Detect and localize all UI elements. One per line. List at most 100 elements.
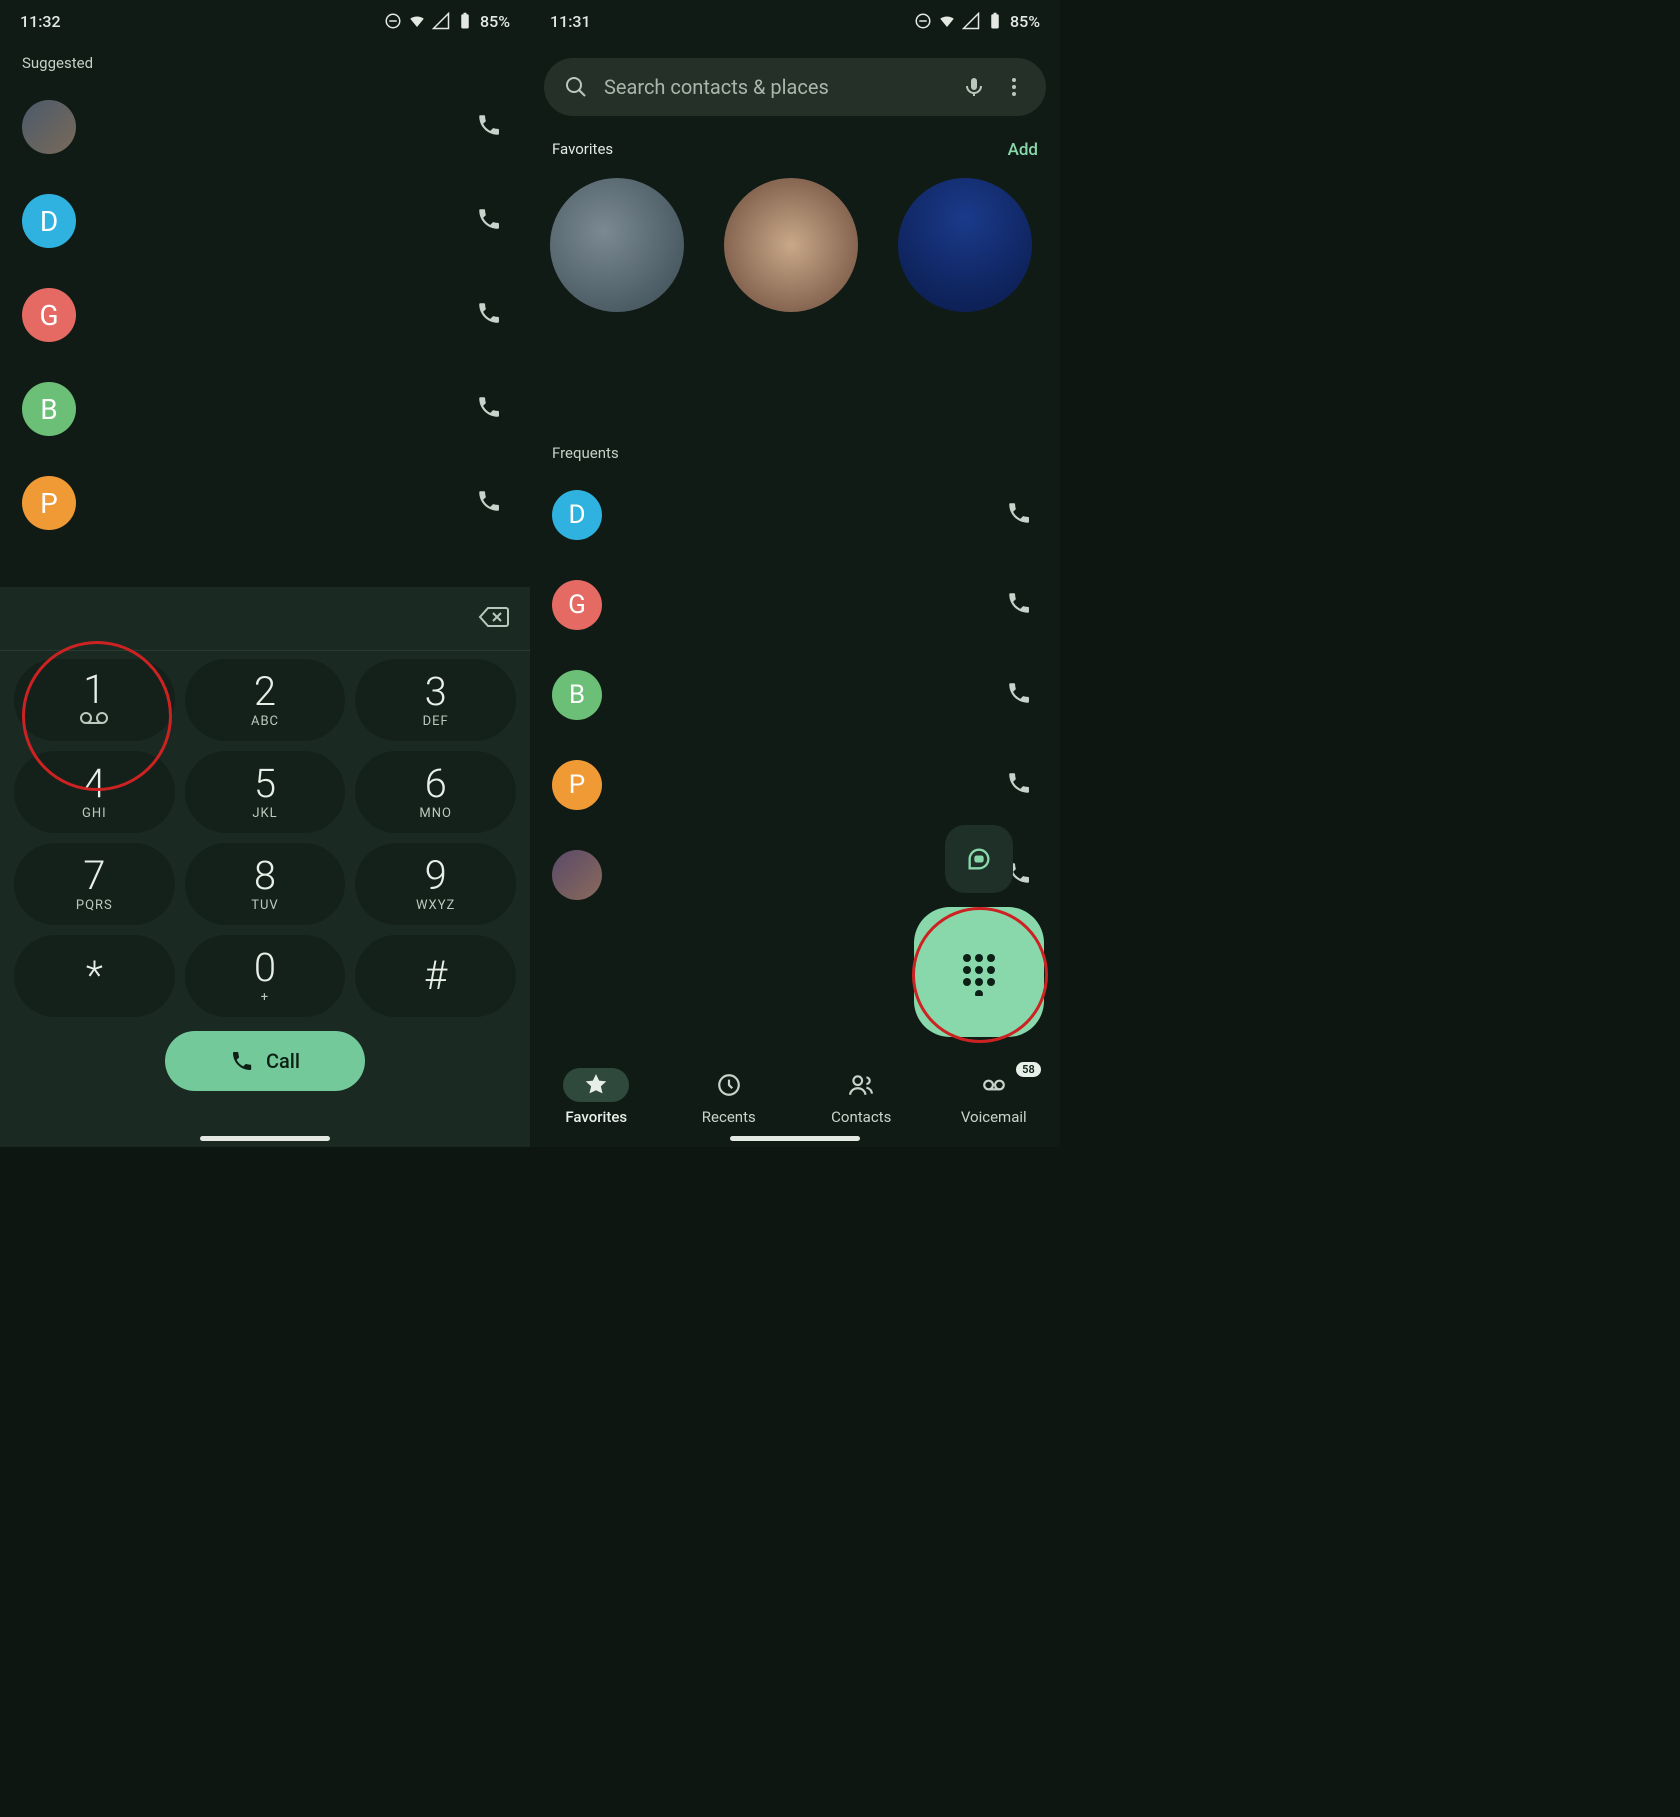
key-digit: 4 [83,764,105,804]
search-bar[interactable]: Search contacts & places [544,58,1046,116]
call-icon[interactable] [1006,590,1032,620]
key-0[interactable]: 0+ [185,935,346,1017]
search-placeholder: Search contacts & places [604,75,946,99]
battery-icon [456,12,474,30]
dnd-icon [914,12,932,30]
key-digit: 9 [425,856,447,896]
status-bar: 11:31 85% [530,0,1060,42]
key-digit: 6 [425,764,447,804]
video-call-fab[interactable] [945,825,1013,893]
voicemail-icon [79,710,109,730]
call-row: Call [0,1023,530,1107]
favorites-label: Favorites [552,140,613,160]
key-letters: WXYZ [416,898,455,913]
status-time: 11:32 [20,12,61,31]
favorite-contact[interactable] [550,178,684,312]
key-6[interactable]: 6MNO [355,751,516,833]
favorite-contact[interactable] [898,178,1032,312]
bottom-nav: Favorites Recents Contacts 58 Voicemail [530,1047,1060,1147]
key-5[interactable]: 5 JKL [185,751,346,833]
key-7[interactable]: 7PQRS [14,843,175,925]
status-bar: 11:32 85% [0,0,530,42]
key-8[interactable]: 8 TUV [185,843,346,925]
battery-percent: 85% [480,12,510,31]
call-icon[interactable] [476,112,502,142]
call-icon[interactable] [476,300,502,330]
call-button[interactable]: Call [165,1031,365,1091]
key-1[interactable]: 1 [14,659,175,741]
call-icon[interactable] [1006,680,1032,710]
frequent-row[interactable]: P [530,740,1060,830]
frequent-row[interactable]: D [530,470,1060,560]
search-icon [564,75,588,99]
key-digit: 3 [425,672,447,712]
contact-avatar [552,850,602,900]
favorites-header: Favorites Add [530,126,1060,168]
call-icon[interactable] [1006,770,1032,800]
key-letters: + [261,990,269,1005]
key-digit: 8 [254,856,276,896]
status-icons: 85% [914,12,1040,31]
nav-recents[interactable]: Recents [663,1047,796,1147]
frequents-label: Frequents [530,432,1060,470]
wifi-icon [408,12,426,30]
fab-stack [914,825,1044,1037]
dialpad-fab[interactable] [914,907,1044,1037]
keypad: 1 2ABC 3 DEF 4GHI 5 JKL 6MNO 7PQRS 8 TUV 9 WXYZ * 0+# [0,651,530,1023]
call-icon[interactable] [476,206,502,236]
contact-avatar: G [22,288,76,342]
suggested-label: Suggested [0,42,530,80]
key-4[interactable]: 4GHI [14,751,175,833]
key-2[interactable]: 2ABC [185,659,346,741]
contact-avatar: G [552,580,602,630]
gesture-bar[interactable] [530,1136,1060,1141]
more-icon[interactable] [1002,75,1026,99]
key-3[interactable]: 3 DEF [355,659,516,741]
contact-avatar: P [552,760,602,810]
key-#[interactable]: # [355,935,516,1017]
contact-row[interactable]: P [0,456,530,550]
key-digit: * [86,956,103,996]
screen-dialer: 11:32 85% Suggested DGBP 1 2ABC 3 DEF 4GHI 5 J… [0,0,530,1147]
call-icon[interactable] [476,488,502,518]
nav-contacts[interactable]: Contacts [795,1047,928,1147]
key-*[interactable]: * [14,935,175,1017]
key-digit: 5 [254,764,276,804]
nav-recents-label: Recents [702,1108,756,1126]
contact-avatar: B [552,670,602,720]
frequent-row[interactable]: G [530,560,1060,650]
contact-row[interactable]: B [0,362,530,456]
key-letters: TUV [251,898,278,913]
nav-contacts-label: Contacts [831,1108,891,1126]
nav-favorites[interactable]: Favorites [530,1047,663,1147]
gesture-bar[interactable] [0,1136,530,1141]
nav-favorites-label: Favorites [565,1108,627,1126]
add-favorites-button[interactable]: Add [1008,140,1038,160]
mic-icon[interactable] [962,75,986,99]
contact-avatar: P [22,476,76,530]
favorites-row [530,168,1060,342]
frequent-row[interactable]: B [530,650,1060,740]
backspace-icon[interactable] [478,601,510,637]
signal-icon [962,12,980,30]
key-digit: 1 [83,670,105,710]
contact-row[interactable]: G [0,268,530,362]
key-9[interactable]: 9 WXYZ [355,843,516,925]
contact-avatar: B [22,382,76,436]
call-icon[interactable] [476,394,502,424]
dialpad-top [0,587,530,651]
key-letters: DEF [423,714,449,729]
favorite-contact[interactable] [724,178,858,312]
contact-avatar: D [552,490,602,540]
key-letters: ABC [251,714,279,729]
status-icons: 85% [384,12,510,31]
status-time: 11:31 [550,12,591,31]
contact-row[interactable] [0,80,530,174]
call-label: Call [266,1049,300,1073]
contact-avatar: D [22,194,76,248]
dialpad-area: 12ABC3DEF4GHI5JKL6MNO7PQRS8TUV9WXYZ*0+# … [0,587,530,1147]
contact-row[interactable]: D [0,174,530,268]
call-icon[interactable] [1006,500,1032,530]
nav-voicemail[interactable]: 58 Voicemail [928,1047,1061,1147]
key-letters: JKL [252,806,277,821]
